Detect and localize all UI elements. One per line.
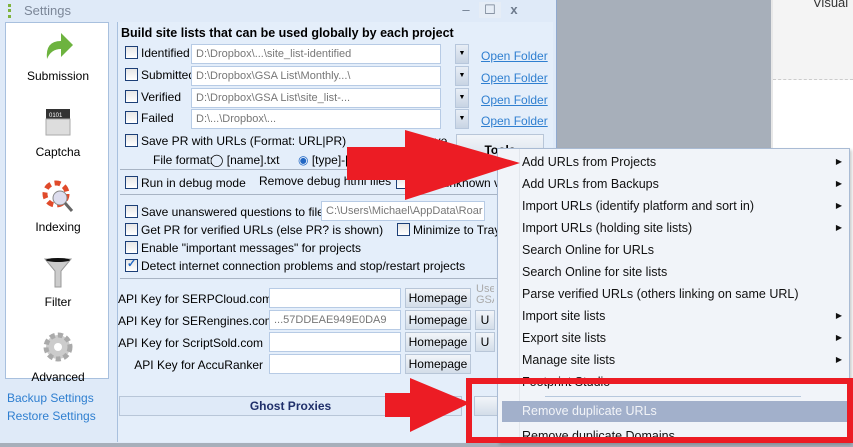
menu-item-remove-duplicate-domains[interactable]: Remove duplicate Domains	[522, 425, 842, 447]
submenu-arrow-icon: ▶	[835, 355, 842, 364]
svg-text:0101: 0101	[49, 113, 63, 119]
serpcloud-homepage-button[interactable]: Homepage	[405, 288, 471, 308]
accuranker-label: API Key for AccuRanker	[134, 358, 263, 372]
menu-item-import-urls-holding[interactable]: Import URLs (holding site lists) ▶	[522, 217, 842, 239]
file-format-label: File format:	[153, 153, 214, 167]
menu-item-parse-verified[interactable]: Parse verified URLs (others linking on s…	[522, 283, 842, 305]
restore-settings-link[interactable]: Restore Settings	[7, 409, 96, 423]
important-messages-checkbox[interactable]: Enable "important messages" for projects	[125, 241, 361, 255]
scriptsold-label: API Key for ScriptSold.com	[118, 336, 263, 350]
submenu-arrow-icon: ▶	[835, 311, 842, 320]
close-button[interactable]: x	[503, 2, 525, 18]
title-bar: Settings – ☐ x	[0, 0, 557, 22]
debug-mode-checkbox[interactable]: Run in debug mode	[125, 176, 246, 190]
sidebar-item-label: Indexing	[35, 220, 81, 234]
identified-dropdown[interactable]: ▼	[455, 44, 469, 64]
unanswered-path-field[interactable]: C:\Users\Michael\AppData\Roar	[321, 201, 485, 221]
scriptsold-key-field[interactable]	[269, 332, 401, 352]
submitted-path-field[interactable]: D:\Dropbox\GSA List\Monthly...\	[191, 66, 441, 86]
visual-label: Visual	[813, 0, 849, 10]
app-icon	[8, 4, 12, 18]
settings-sidebar: Submission 0101 Captcha Indexing Filter …	[5, 22, 110, 384]
sidebar-item-advanced[interactable]: Advanced	[6, 330, 110, 384]
serengines-label: API Key for SERengines.com	[118, 314, 275, 328]
menu-item-import-site-lists[interactable]: Import site lists ▶	[522, 305, 842, 327]
menu-item-import-urls-identify[interactable]: Import URLs (identify platform and sort …	[522, 195, 842, 217]
use-gsa-label: Use GSA	[476, 284, 494, 306]
failed-checkbox[interactable]: Failed	[125, 111, 174, 125]
save-unanswered-checkbox[interactable]: Save unanswered questions to file	[125, 205, 324, 219]
verified-checkbox[interactable]: Verified	[125, 90, 181, 104]
remove-debug-files-button[interactable]: Remove debug html files	[259, 174, 391, 188]
captcha-icon: 0101	[45, 109, 71, 136]
menu-item-search-online-urls[interactable]: Search Online for URLs	[522, 239, 842, 261]
settings-window: Settings – ☐ x Submission 0101 Captcha I…	[0, 0, 557, 443]
ghost-proxies-button[interactable]: Ghost Proxies	[119, 396, 462, 416]
get-pr-checkbox[interactable]: Get PR for verified URLs (else PR? is sh…	[125, 223, 383, 237]
sidebar-item-captcha[interactable]: 0101 Captcha	[6, 105, 110, 159]
serengines-homepage-button[interactable]: Homepage	[405, 310, 471, 330]
gear-icon	[43, 332, 73, 362]
maximize-button[interactable]: ☐	[479, 2, 501, 18]
submenu-arrow-icon: ▶	[835, 333, 842, 342]
submenu-arrow-icon: ▶	[835, 179, 842, 188]
settings-panel: Build site lists that can be used global…	[117, 22, 553, 442]
minimize-button[interactable]: –	[455, 2, 477, 18]
menu-item-manage-site-lists[interactable]: Manage site lists ▶	[522, 349, 842, 371]
menu-item-search-online-site-lists[interactable]: Search Online for site lists	[522, 261, 842, 283]
serengines-u-button[interactable]: U	[475, 310, 495, 330]
submitted-checkbox[interactable]: Submitted	[125, 68, 195, 82]
sidebar-item-submission[interactable]: Submission	[6, 29, 110, 83]
submenu-arrow-icon: ▶	[835, 157, 842, 166]
menu-item-add-urls-backups[interactable]: Add URLs from Backups ▶	[522, 173, 842, 195]
save-unknown-checkbox[interactable]: Save unknown va	[396, 176, 507, 190]
lifebuoy-icon	[42, 180, 74, 212]
menu-item-add-urls-projects[interactable]: Add URLs from Projects ▶	[522, 151, 842, 173]
remove-label: move	[418, 134, 448, 148]
sidebar-item-label: Filter	[44, 295, 72, 309]
sidebar-item-filter[interactable]: Filter	[6, 255, 110, 309]
identified-open-folder-link[interactable]: Open Folder	[481, 49, 548, 63]
sidebar-item-indexing[interactable]: Indexing	[6, 180, 110, 234]
save-pr-checkbox[interactable]: Save PR with URLs (Format: URL|PR)	[125, 134, 346, 148]
tools-context-menu: Add URLs from Projects ▶ Add URLs from Ba…	[497, 148, 850, 443]
scriptsold-homepage-button[interactable]: Homepage	[405, 332, 471, 352]
backup-settings-link[interactable]: Backup Settings	[7, 391, 94, 405]
failed-open-folder-link[interactable]: Open Folder	[481, 114, 548, 128]
serpcloud-key-field[interactable]	[269, 288, 401, 308]
scriptsold-u-button[interactable]: U	[475, 332, 495, 352]
submitted-open-folder-link[interactable]: Open Folder	[481, 71, 548, 85]
serpcloud-label: API Key for SERPCloud.com	[118, 292, 273, 306]
identified-checkbox[interactable]: Identified	[125, 46, 190, 60]
minimize-tray-checkbox[interactable]: Minimize to Tray	[397, 223, 500, 237]
sidebar-item-label: Advanced	[31, 370, 85, 384]
verified-path-field[interactable]: D:\Dropbox\GSA List\site_list-...	[191, 88, 441, 108]
section-heading: Build site lists that can be used global…	[121, 26, 454, 40]
failed-path-field[interactable]: D:\...\Dropbox\...	[191, 109, 441, 129]
submenu-arrow-icon: ▶	[835, 223, 842, 232]
funnel-icon	[43, 258, 73, 288]
identified-path-field[interactable]: D:\Dropbox\...\site_list-identified	[191, 44, 441, 64]
verified-dropdown[interactable]: ▼	[455, 88, 469, 108]
accuranker-homepage-button[interactable]: Homepage	[405, 354, 471, 374]
verified-open-folder-link[interactable]: Open Folder	[481, 93, 548, 107]
menu-item-remove-duplicate-urls[interactable]: Remove duplicate URLs	[522, 400, 842, 422]
detect-connection-checkbox[interactable]: Detect internet connection problems and …	[125, 257, 465, 273]
menu-item-footprint-studio[interactable]: Footprint Studio	[522, 371, 842, 393]
format-type-radio[interactable]: ◉ [type]-[na	[298, 153, 362, 167]
arrow-icon	[46, 33, 73, 59]
serengines-key-field[interactable]: ...57DDEAE949E0DA9	[269, 310, 401, 330]
sidebar-item-label: Captcha	[35, 145, 81, 159]
menu-separator	[545, 396, 801, 397]
sidebar-item-label: Submission	[26, 69, 90, 83]
failed-dropdown[interactable]: ▼	[455, 109, 469, 129]
accuranker-key-field[interactable]	[269, 354, 401, 374]
window-title: Settings	[24, 3, 71, 18]
submenu-arrow-icon: ▶	[835, 201, 842, 210]
submitted-dropdown[interactable]: ▼	[455, 66, 469, 86]
format-name-radio[interactable]: ◯ [name].txt	[210, 153, 279, 167]
menu-item-export-site-lists[interactable]: Export site lists ▶	[522, 327, 842, 349]
